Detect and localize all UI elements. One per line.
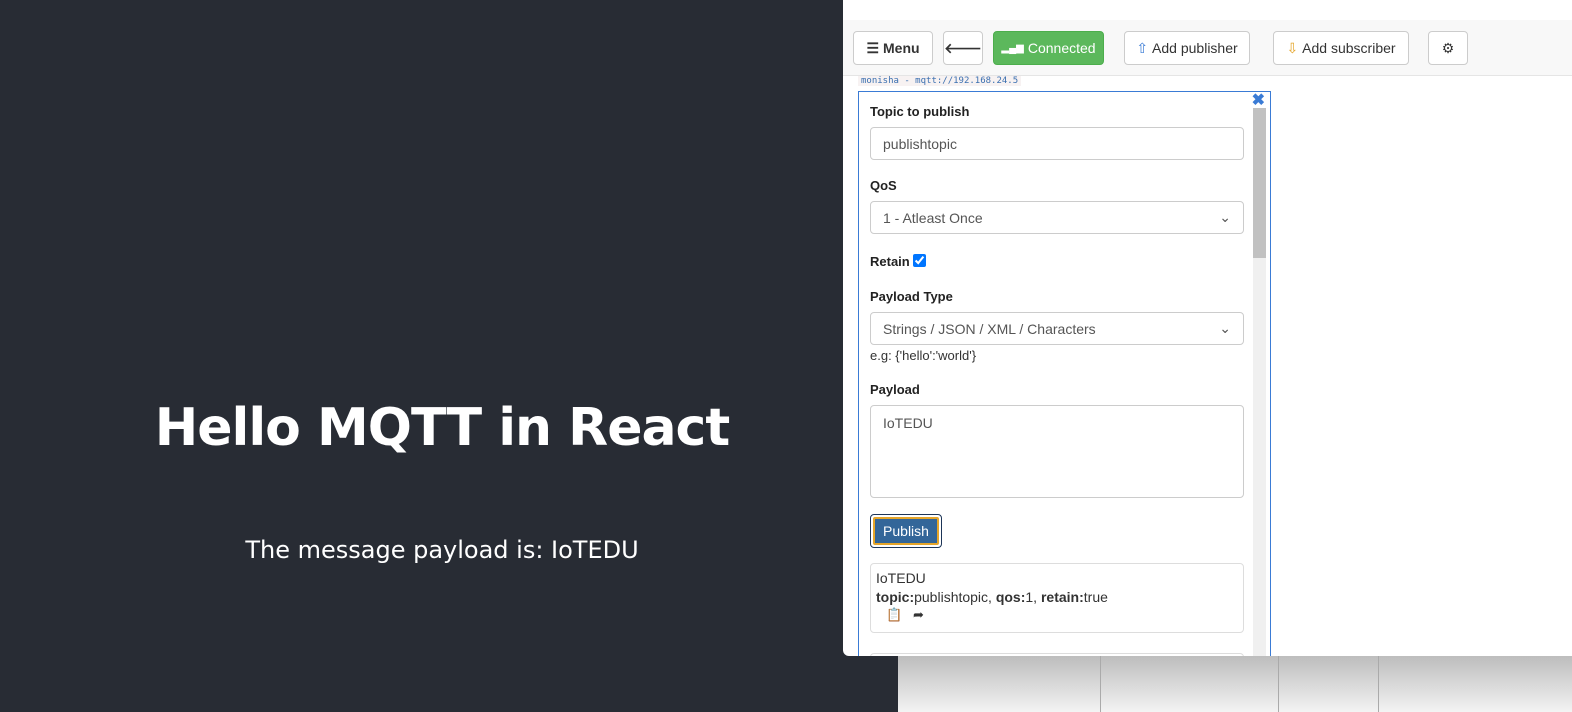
settings-button[interactable]: ⚙ — [1428, 31, 1468, 65]
retain-checkbox[interactable] — [913, 254, 927, 267]
payload-textarea[interactable]: IoTEDU — [870, 405, 1244, 498]
connected-button[interactable]: ▂▄▆ Connected — [993, 31, 1104, 65]
qos-select[interactable]: 1 - Atleast Once ⌄ — [870, 201, 1244, 234]
topic-label: Topic to publish — [870, 104, 970, 119]
payload-type-label: Payload Type — [870, 289, 953, 304]
add-subscriber-button[interactable]: ⇩ Add subscriber — [1273, 31, 1409, 65]
message-item: IoTEDU topic:publishtopic, qos:1, retain… — [870, 563, 1244, 633]
gear-icon: ⚙ — [1441, 39, 1455, 56]
scrollbar[interactable] — [1253, 108, 1266, 656]
connection-label: monisha - mqtt://192.168.24.5 — [858, 76, 1022, 86]
message-payload: IoTEDU — [876, 570, 926, 586]
payload-label: Payload — [870, 382, 920, 397]
arrow-up-circle-icon: ⇧ — [1136, 39, 1149, 56]
publish-button[interactable]: Publish — [870, 514, 942, 548]
chevron-down-icon: ⌄ — [1219, 209, 1231, 225]
qos-label: QoS — [870, 178, 897, 193]
close-icon[interactable]: ✖ — [1252, 90, 1265, 110]
mqttbox-window: ☰ Menu 🡐 ▂▄▆ Connected ⇧ Add publisher ⇩ Add… — [843, 0, 1572, 656]
add-publisher-button[interactable]: ⇧ Add publisher — [1124, 31, 1250, 65]
topic-input[interactable]: publishtopic — [870, 127, 1244, 160]
copy-icon[interactable]: 📋 — [886, 607, 902, 622]
share-icon[interactable]: ➦ — [913, 607, 924, 622]
message-meta: topic:publishtopic, qos:1, retain:true — [876, 589, 1108, 605]
menu-button[interactable]: ☰ Menu — [853, 31, 933, 65]
toolbar: ☰ Menu 🡐 ▂▄▆ Connected ⇧ Add publisher ⇩ Add… — [843, 20, 1572, 76]
back-button[interactable]: 🡐 — [943, 31, 983, 65]
publisher-panel: ✖ Topic to publish publishtopic QoS 1 - … — [858, 91, 1271, 656]
arrow-down-circle-icon: ⇩ — [1286, 39, 1299, 56]
chevron-down-icon: ⌄ — [1219, 320, 1231, 336]
hamburger-icon: ☰ — [866, 39, 879, 56]
app-title: Hello MQTT in React — [154, 398, 730, 458]
signal-icon: ▂▄▆ — [1001, 42, 1024, 54]
message-item — [870, 653, 1244, 656]
payload-type-select[interactable]: Strings / JSON / XML / Characters ⌄ — [870, 312, 1244, 345]
taskbar — [898, 656, 1572, 712]
retain-label: Retain — [870, 254, 927, 269]
payload-hint: e.g: {'hello':'world'} — [870, 348, 977, 363]
payload-message: The message payload is: IoTEDU — [245, 536, 639, 564]
arrow-left-icon: 🡐 — [944, 39, 982, 56]
